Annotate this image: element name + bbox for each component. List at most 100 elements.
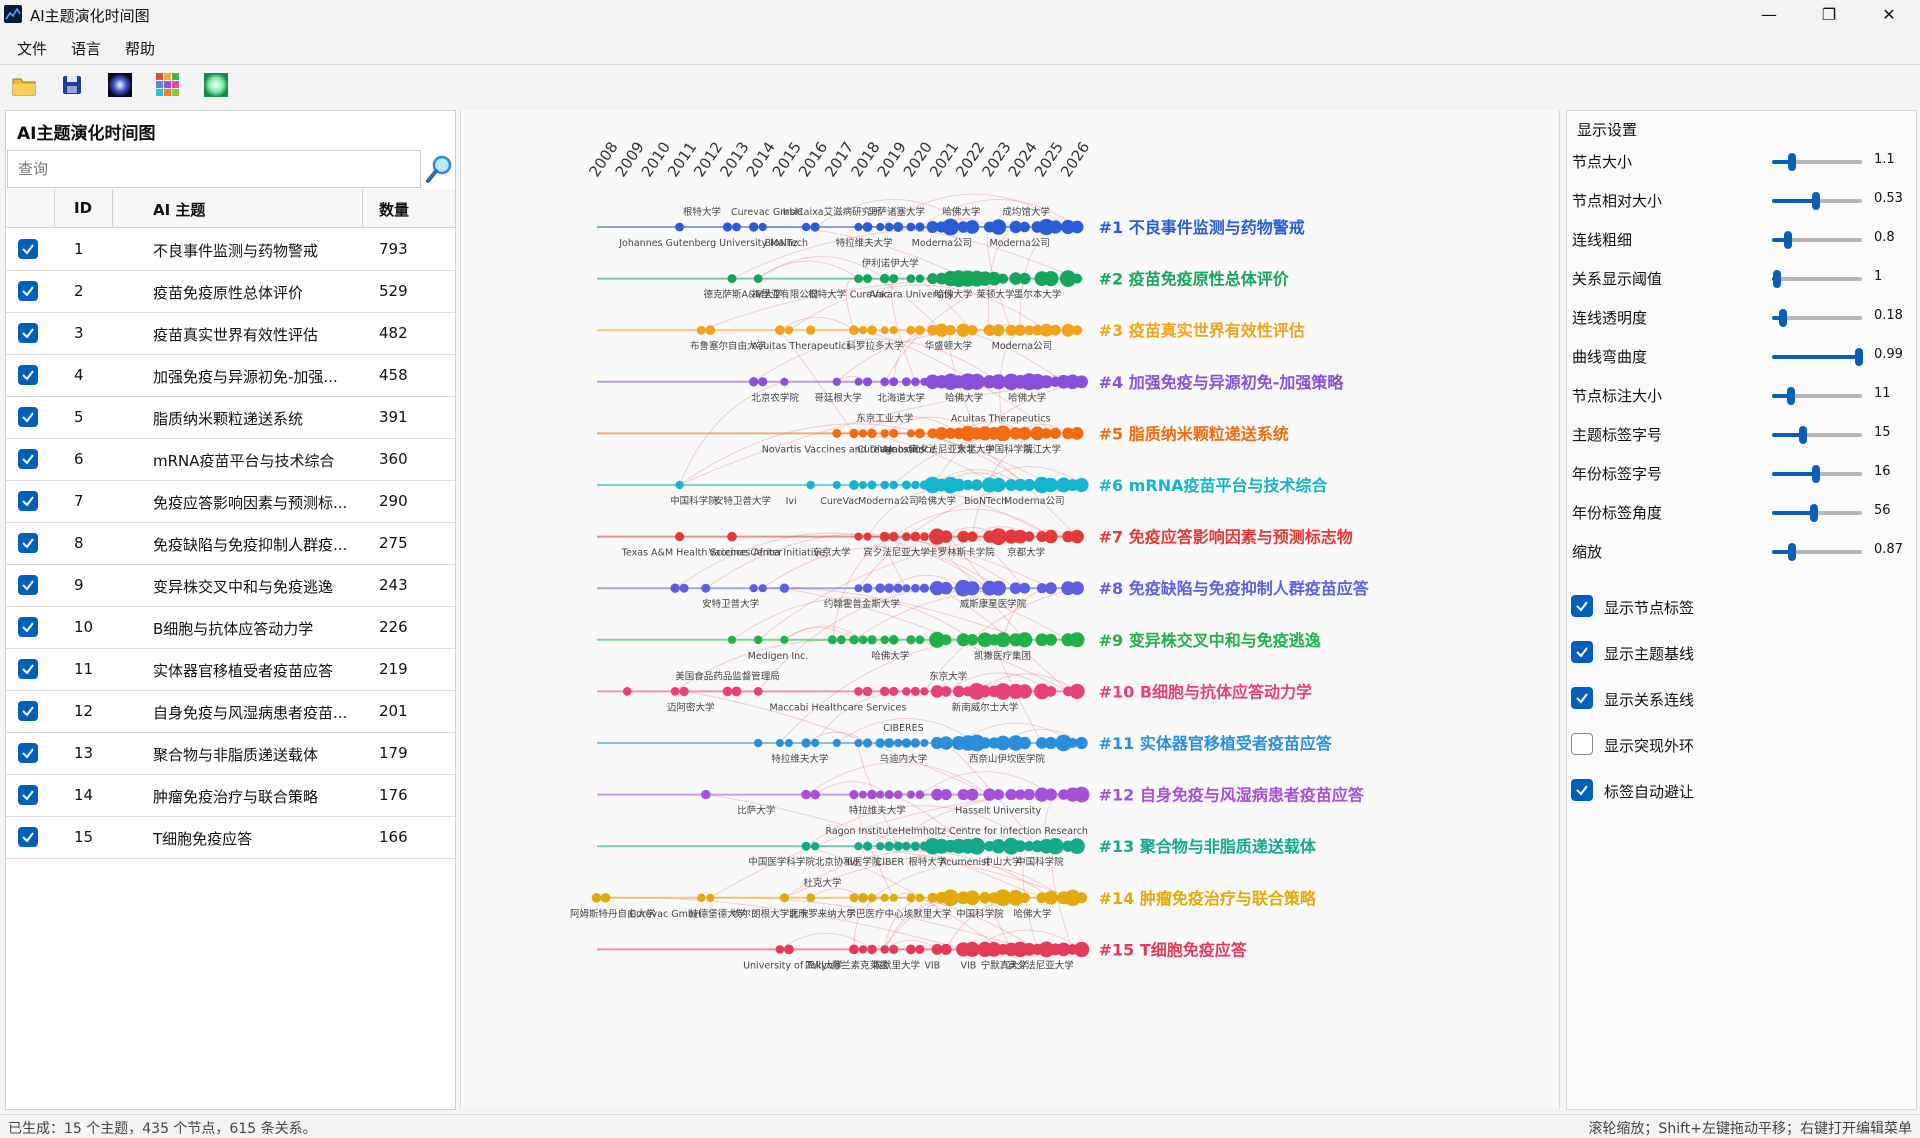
topic-node[interactable] bbox=[832, 738, 841, 748]
topic-node[interactable] bbox=[732, 222, 741, 232]
topic-node[interactable] bbox=[884, 222, 894, 232]
topic-node[interactable] bbox=[727, 635, 737, 644]
topic-node[interactable] bbox=[1075, 736, 1088, 750]
minimize-button[interactable]: — bbox=[1746, 2, 1792, 28]
topic-node[interactable] bbox=[942, 218, 959, 236]
topic-node[interactable] bbox=[832, 480, 841, 490]
topic-node[interactable] bbox=[942, 889, 959, 907]
topic-node[interactable] bbox=[811, 738, 820, 748]
topic-node[interactable] bbox=[1043, 271, 1059, 287]
topic-node[interactable] bbox=[910, 686, 920, 697]
topic-node[interactable] bbox=[758, 584, 767, 593]
topic-node[interactable] bbox=[906, 222, 916, 232]
topic-node[interactable] bbox=[880, 480, 889, 490]
topic-node[interactable] bbox=[997, 273, 1009, 284]
topic-node[interactable] bbox=[806, 480, 815, 490]
topic-node[interactable] bbox=[784, 739, 793, 747]
topic-node[interactable] bbox=[1017, 684, 1032, 699]
topic-node[interactable] bbox=[754, 738, 763, 748]
topic-node[interactable] bbox=[991, 477, 1006, 493]
row-checkbox[interactable] bbox=[18, 239, 38, 259]
topic-node[interactable] bbox=[779, 893, 789, 903]
topic-node[interactable] bbox=[893, 738, 903, 748]
topic-node[interactable] bbox=[902, 532, 911, 541]
topic-node[interactable] bbox=[1018, 426, 1032, 440]
topic-node[interactable] bbox=[945, 325, 956, 336]
topic-node[interactable] bbox=[753, 687, 763, 696]
topic-node[interactable] bbox=[965, 581, 980, 596]
topic-node[interactable] bbox=[849, 635, 859, 645]
topic-node[interactable] bbox=[1044, 788, 1057, 801]
topic-node[interactable] bbox=[696, 325, 706, 335]
setting-checkbox[interactable] bbox=[1571, 779, 1593, 801]
setting-slider[interactable] bbox=[1772, 270, 1862, 288]
topic-node[interactable] bbox=[758, 222, 767, 232]
topic-node[interactable] bbox=[939, 581, 953, 595]
setting-checkbox-row[interactable]: 标签自动避让 bbox=[1567, 773, 1916, 807]
row-checkbox[interactable] bbox=[18, 407, 38, 427]
topic-node[interactable] bbox=[906, 635, 916, 645]
setting-checkbox-row[interactable]: 显示突现外环 bbox=[1567, 727, 1916, 761]
topic-node[interactable] bbox=[884, 841, 894, 851]
row-checkbox[interactable] bbox=[18, 449, 38, 469]
menu-help[interactable]: 帮助 bbox=[125, 38, 155, 59]
topic-node[interactable] bbox=[968, 373, 985, 390]
slider-thumb[interactable] bbox=[1855, 348, 1864, 366]
topic-node[interactable] bbox=[731, 686, 742, 697]
topic-node[interactable] bbox=[914, 428, 925, 439]
row-checkbox[interactable] bbox=[18, 701, 38, 721]
topic-node[interactable] bbox=[880, 945, 889, 954]
topic-node[interactable] bbox=[906, 893, 916, 903]
topic-node[interactable] bbox=[1044, 736, 1057, 750]
topic-node[interactable] bbox=[1069, 838, 1085, 854]
table-row[interactable]: 13 聚合物与非脂质递送载体 179 bbox=[6, 732, 455, 775]
topic-node[interactable] bbox=[867, 944, 877, 955]
topic-node[interactable] bbox=[600, 893, 611, 903]
topic-node[interactable] bbox=[859, 481, 867, 489]
topic-node[interactable] bbox=[875, 583, 885, 593]
topic-node[interactable] bbox=[675, 532, 685, 542]
topic-node[interactable] bbox=[1019, 892, 1030, 903]
setting-checkbox-row[interactable]: 显示关系连线 bbox=[1567, 681, 1916, 715]
topic-node[interactable] bbox=[906, 944, 916, 955]
topic-node[interactable] bbox=[915, 790, 925, 799]
topic-node[interactable] bbox=[775, 325, 785, 336]
topic-node[interactable] bbox=[901, 738, 912, 748]
topic-node[interactable] bbox=[753, 274, 763, 283]
maximize-button[interactable]: ❐ bbox=[1806, 2, 1852, 28]
topic-node[interactable] bbox=[906, 325, 916, 335]
topic-node[interactable] bbox=[705, 325, 716, 336]
topic-node[interactable] bbox=[967, 531, 978, 542]
topic-node[interactable] bbox=[879, 273, 890, 284]
table-row[interactable]: 10 B细胞与抗体应答动力学 226 bbox=[6, 606, 455, 649]
topic-node[interactable] bbox=[1023, 478, 1036, 492]
topic-node[interactable] bbox=[832, 377, 841, 386]
topic-node[interactable] bbox=[858, 635, 868, 645]
topic-node[interactable] bbox=[775, 739, 784, 747]
color-palette-icon[interactable] bbox=[155, 72, 181, 98]
topic-node[interactable] bbox=[867, 789, 877, 800]
row-checkbox[interactable] bbox=[18, 281, 38, 301]
topic-node[interactable] bbox=[965, 220, 980, 234]
topic-node[interactable] bbox=[902, 584, 911, 593]
topic-node[interactable] bbox=[727, 274, 737, 284]
topic-node[interactable] bbox=[867, 635, 877, 645]
topic-node[interactable] bbox=[920, 532, 929, 541]
setting-slider[interactable] bbox=[1772, 387, 1862, 405]
topic-node[interactable] bbox=[801, 222, 811, 232]
topic-node[interactable] bbox=[749, 222, 759, 232]
topic-node[interactable] bbox=[992, 324, 1005, 337]
topic-node[interactable] bbox=[780, 635, 789, 644]
topic-node[interactable] bbox=[940, 634, 952, 646]
topic-node[interactable] bbox=[911, 583, 920, 593]
topic-node[interactable] bbox=[967, 325, 978, 336]
topic-node[interactable] bbox=[862, 583, 873, 593]
setting-checkbox[interactable] bbox=[1571, 733, 1593, 755]
setting-slider[interactable] bbox=[1772, 231, 1862, 249]
topic-node[interactable] bbox=[849, 944, 859, 955]
topic-node[interactable] bbox=[749, 377, 759, 387]
column-id[interactable]: ID bbox=[74, 199, 92, 217]
topic-node[interactable] bbox=[893, 583, 903, 593]
topic-node[interactable] bbox=[889, 686, 899, 697]
topic-node[interactable] bbox=[862, 222, 873, 232]
